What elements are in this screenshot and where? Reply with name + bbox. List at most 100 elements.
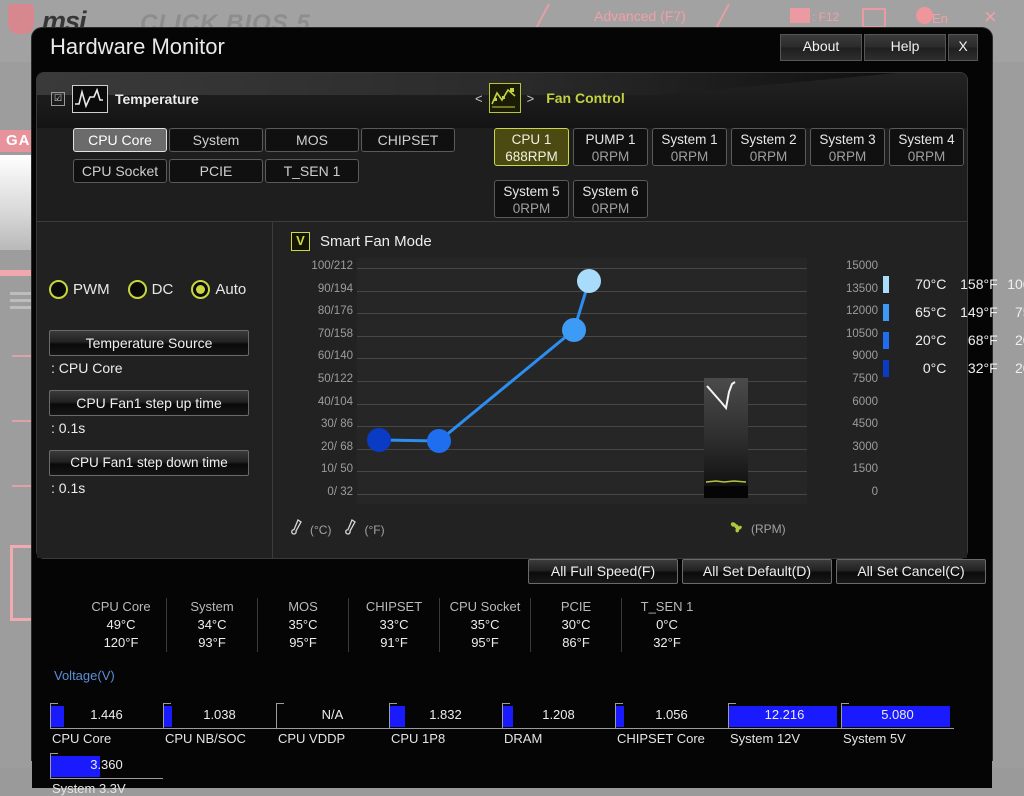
action-all-set-cancel-c-[interactable]: All Set Cancel(C): [836, 559, 986, 584]
action-all-set-default-d-[interactable]: All Set Default(D): [682, 559, 832, 584]
legend-duty-percent: 20%: [1014, 332, 1024, 348]
smart-fan-mode-label: Smart Fan Mode: [320, 233, 432, 250]
fan-tab-system-5[interactable]: System 5 0RPM: [494, 180, 569, 218]
summary-fahrenheit: 32°F: [653, 635, 681, 650]
summary-celsius: 49°C: [106, 617, 136, 632]
legend-color-swatch: [883, 331, 889, 349]
summary-fahrenheit: 93°F: [198, 635, 226, 650]
about-button[interactable]: About: [780, 34, 862, 61]
prev-section-arrow[interactable]: <: [475, 91, 483, 106]
fan-tab-system-6[interactable]: System 6 0RPM: [573, 180, 648, 218]
action-all-full-speed-f-[interactable]: All Full Speed(F): [528, 559, 678, 584]
voltage-tick-top: [50, 753, 58, 754]
radio-dc[interactable]: [127, 280, 147, 299]
summary-celsius: 30°C: [561, 617, 591, 632]
step-down-time-button[interactable]: CPU Fan1 step down time: [49, 450, 249, 476]
voltage-cell-system-12v: 12.216 System 12V: [728, 690, 841, 746]
step-up-time-value: : 0.1s: [51, 420, 86, 436]
fan-tab-cpu-1[interactable]: CPU 1 688RPM: [494, 128, 569, 166]
summary-celsius: 35°C: [288, 617, 318, 632]
fan-mode-option-dc[interactable]: DC: [127, 280, 173, 299]
fan-curve-point-2[interactable]: [562, 318, 586, 342]
bios-close-icon[interactable]: ×: [984, 4, 997, 30]
legend-row: 0°C 32°F 20%: [883, 354, 1024, 382]
summary-celsius: 33°C: [379, 617, 409, 632]
summary-cell-system: System 34°C 93°F: [167, 598, 258, 652]
temperature-tab-mos[interactable]: MOS: [265, 128, 359, 152]
fan-tab-rpm: 0RPM: [670, 149, 709, 164]
voltage-value: 12.216: [764, 707, 805, 722]
dialog-title-bar: Hardware Monitor About Help X: [32, 28, 992, 70]
voltage-baseline: [841, 728, 954, 729]
radio-auto[interactable]: [191, 280, 211, 299]
temperature-tab-cpu-core[interactable]: CPU Core: [73, 128, 167, 152]
temperature-section-title: Temperature: [115, 91, 199, 107]
temperature-expand-checkbox[interactable]: ☑: [51, 92, 65, 106]
close-button[interactable]: X: [948, 34, 978, 61]
fan-tab-system-3[interactable]: System 3 0RPM: [810, 128, 885, 166]
bios-f12-label: : F12: [812, 10, 840, 24]
summary-celsius: 0°C: [656, 617, 678, 632]
temperature-tab-t-sen-1[interactable]: T_SEN 1: [265, 159, 359, 183]
fan-tab-name: System 2: [740, 132, 797, 147]
fan-curve-point-0[interactable]: [367, 428, 391, 452]
legend-fahrenheit: 68°F: [967, 332, 998, 348]
smart-fan-mode-checkbox[interactable]: V: [291, 232, 310, 251]
summary-cell-cpu-core: CPU Core 49°C 120°F: [76, 598, 167, 652]
temperature-tab-cpu-socket[interactable]: CPU Socket: [73, 159, 167, 183]
voltage-value: 1.832: [429, 707, 462, 722]
temperature-tab-system[interactable]: System: [169, 128, 263, 152]
fan-curve-point-3[interactable]: [577, 269, 601, 293]
fan-curve-point-1[interactable]: [427, 429, 451, 453]
chart-y-tick-left: 0/ 32: [327, 486, 353, 498]
voltage-tick-top: [276, 703, 284, 704]
fan-mode-option-pwm[interactable]: PWM: [49, 280, 110, 299]
legend-duty-percent: 100%: [1007, 276, 1024, 292]
voltage-tick-top: [502, 703, 510, 704]
legend-color-swatch: [883, 275, 889, 293]
voltage-value: 1.208: [542, 707, 575, 722]
summary-sensor-name: CPU Core: [91, 599, 151, 614]
voltage-baseline: [163, 728, 276, 729]
summary-celsius: 34°C: [197, 617, 227, 632]
voltage-label: CPU 1P8: [391, 731, 446, 746]
temperature-source-button[interactable]: Temperature Source: [49, 330, 249, 356]
monitor-panel: ☑ Temperature < > Fan Control CPU Core S…: [36, 72, 1024, 559]
temperature-tab-chipset[interactable]: CHIPSET: [361, 128, 455, 152]
waveform-icon: [72, 85, 108, 113]
fan-tab-system-1[interactable]: System 1 0RPM: [652, 128, 727, 166]
smart-fan-mode-row[interactable]: V Smart Fan Mode: [291, 232, 432, 251]
chart-plot-area[interactable]: [357, 258, 807, 504]
fan-chart-icon: [488, 83, 521, 113]
fan-mode-label: PWM: [73, 281, 110, 298]
legend-row: 70°C 158°F 100%: [883, 270, 1024, 298]
help-button[interactable]: Help: [864, 34, 946, 61]
legend-color-swatch: [883, 303, 889, 321]
fan-mode-radio-group: PWM DC Auto: [49, 280, 246, 299]
voltage-baseline: [276, 728, 389, 729]
summary-cell-cpu-socket: CPU Socket 35°C 95°F: [440, 598, 531, 652]
chart-y-tick-left: 100/212: [311, 260, 353, 272]
legend-celsius: 0°C: [922, 360, 947, 376]
summary-cell-t-sen-1: T_SEN 1 0°C 32°F: [622, 598, 712, 652]
fan-tab-system-2[interactable]: System 2 0RPM: [731, 128, 806, 166]
bios-advanced-link[interactable]: Advanced (F7): [594, 8, 686, 24]
voltage-label: CHIPSET Core: [617, 731, 705, 746]
fan-tab-pump-1[interactable]: PUMP 1 0RPM: [573, 128, 648, 166]
radio-pwm[interactable]: [49, 280, 68, 299]
msi-shield-logo: [8, 4, 34, 34]
fan-tab-system-4[interactable]: System 4 0RPM: [889, 128, 964, 166]
summary-celsius: 35°C: [470, 617, 500, 632]
fan-curve-column: V Smart Fan Mode 100/212 90/194 80/176 70/1…: [273, 222, 1024, 558]
fan-mode-option-auto[interactable]: Auto: [191, 280, 246, 299]
fan-tab-rpm: 0RPM: [591, 149, 630, 164]
fan-tab-rpm: 688RPM: [505, 149, 558, 164]
next-section-arrow[interactable]: >: [527, 91, 535, 106]
chart-y-tick-right: 4500: [852, 418, 878, 431]
chart-y-tick-left: 20/ 68: [321, 440, 353, 453]
temperature-tab-pcie[interactable]: PCIE: [169, 159, 263, 183]
step-up-time-button[interactable]: CPU Fan1 step up time: [49, 390, 249, 416]
voltage-cell-system-3.3v: 3.360 System 3.3V: [50, 740, 163, 796]
fan-curve-path: [378, 280, 591, 443]
summary-fahrenheit: 86°F: [562, 635, 590, 650]
